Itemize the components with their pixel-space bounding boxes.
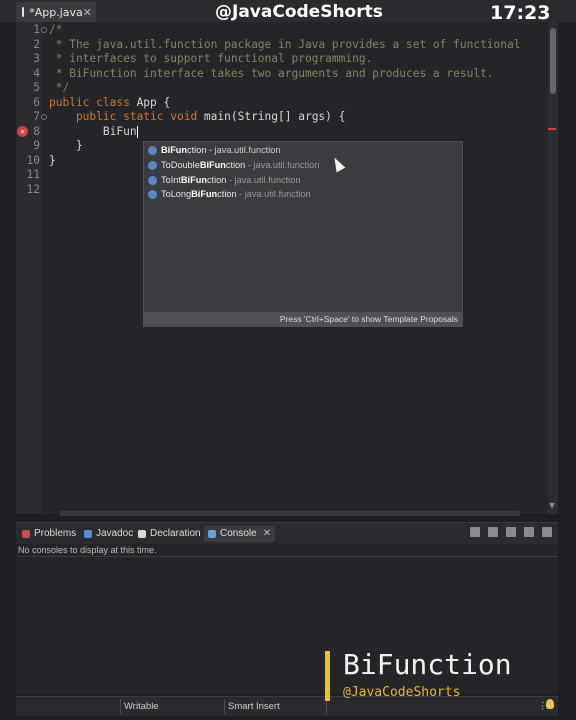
tab-declaration[interactable]: Declaration [138,526,201,542]
lightbulb-icon[interactable] [546,699,554,709]
code-text: public class App { [49,95,171,109]
proposal-package: - java.util.function [245,159,320,170]
line-number: 9 [33,139,40,152]
line-number: 2 [33,37,40,51]
proposal-name: ToDoubleBiFunction [161,159,246,170]
line-number: 7 [33,110,40,123]
console-empty-message: No consoles to display at this time. [18,545,157,555]
code-text: * interfaces to support functional progr… [49,52,373,65]
tab-label: Console [220,528,257,539]
code-line[interactable]: 1 /* [16,23,548,38]
brand-subtitle: @JavaCodeShorts [343,685,461,700]
close-icon[interactable]: ✕ [263,526,271,542]
content-assist-item[interactable]: BiFunction - java.util.function [148,143,460,158]
text-cursor [136,125,138,138]
clock-display: 17:23 [490,2,551,24]
code-line[interactable]: 2 * The java.util.function package in Ja… [16,38,548,53]
code-text: public static void main(String[] args) { [49,110,346,123]
error-overview-marker[interactable] [548,128,556,130]
code-text: * The java.util.function package in Java… [49,37,521,51]
status-writable: Writable [124,701,159,712]
line-number: 4 [33,66,40,80]
editor-tab-app-java[interactable]: *App.java ✕ [16,2,96,22]
tab-console[interactable]: Console ✕ [204,526,276,542]
editor-tab-label: *App.java [29,5,83,19]
display-console-icon[interactable] [488,527,498,537]
line-number: 10 [26,153,40,167]
status-insert-mode[interactable]: Smart Insert [228,701,280,712]
minimize-icon[interactable] [524,527,534,537]
channel-watermark: @JavaCodeShorts [215,2,383,22]
proposal-name: BiFunction [161,145,207,155]
code-line[interactable]: 3 * interfaces to support functional pro… [16,52,548,67]
brand-accent-bar [325,651,330,701]
line-number: 11 [26,168,40,181]
code-line[interactable]: 4 * BiFunction interface takes two argum… [16,67,548,82]
interface-icon [148,190,157,200]
code-line[interactable]: 8 ✕ BiFun [16,125,548,140]
editor-vertical-scrollbar[interactable]: ▼ [548,22,558,514]
code-line[interactable]: 6 public class App { [16,96,548,111]
code-text: } [49,153,56,167]
line-number: 6 [33,95,40,109]
content-assist-item[interactable]: ToLongBiFunction - java.util.function [148,187,460,202]
proposal-package: - java.util.function [226,174,301,185]
code-text: */ [49,81,70,94]
tab-problems[interactable]: Problems [22,526,76,542]
panel-divider [16,556,558,557]
line-number: 5 [33,81,40,94]
status-divider [224,699,225,714]
status-divider [326,699,327,714]
bottom-panel-tabs: Problems Javadoc Declaration Console ✕ [16,522,558,544]
code-text: /* [49,23,63,36]
scrollbar-thumb[interactable] [550,28,556,94]
code-text: BiFun [49,124,138,138]
code-line[interactable]: 7 public static void main(String[] args)… [16,110,548,125]
error-icon[interactable]: ✕ [17,125,28,137]
proposal-package: - java.util.function [206,145,281,155]
interface-icon [148,175,157,185]
pin-console-icon[interactable] [470,527,480,537]
declaration-icon [138,530,146,538]
tab-javadoc[interactable]: Javadoc [84,526,133,542]
line-number: 3 [33,52,40,65]
problems-icon [22,530,30,538]
tab-label: Javadoc [96,528,134,539]
code-line[interactable]: 5 */ [16,81,548,96]
status-divider [120,699,121,714]
content-assist-item[interactable]: ToIntBiFunction - java.util.function [148,173,460,188]
code-text: * BiFunction interface takes two argumen… [49,66,494,80]
brand-title: BiFunction [343,648,512,681]
open-console-icon[interactable] [506,527,516,537]
maximize-icon[interactable] [542,527,552,537]
scroll-down-icon[interactable]: ▼ [549,501,555,510]
code-text: } [49,139,83,152]
interface-icon [148,146,157,156]
content-assist-item[interactable]: ToDoubleBiFunction - java.util.function [148,158,460,173]
interface-icon [148,160,157,170]
tab-label: Problems [34,528,77,539]
line-number: 12 [26,182,40,196]
java-file-icon [22,7,25,17]
close-icon[interactable]: ✕ [83,6,92,19]
status-bar: Writable Smart Insert ⋮ [16,696,558,716]
fold-toggle-icon[interactable] [41,114,47,120]
proposal-name: ToLongBiFunction [161,189,237,200]
javadoc-icon [84,530,92,538]
fold-toggle-icon[interactable] [41,27,47,33]
content-assist-footer: Press 'Ctrl+Space' to show Template Prop… [144,312,462,326]
editor-horizontal-scrollbar[interactable] [60,511,520,516]
tab-label: Declaration [150,528,201,539]
proposal-package: - java.util.function [236,189,311,200]
line-number: 1 [33,23,40,36]
proposal-name: ToIntBiFunction [161,174,227,185]
console-toolbar [470,527,552,537]
console-icon [208,530,216,538]
content-assist-popup: BiFunction - java.util.function ToDoubleB… [143,141,463,327]
